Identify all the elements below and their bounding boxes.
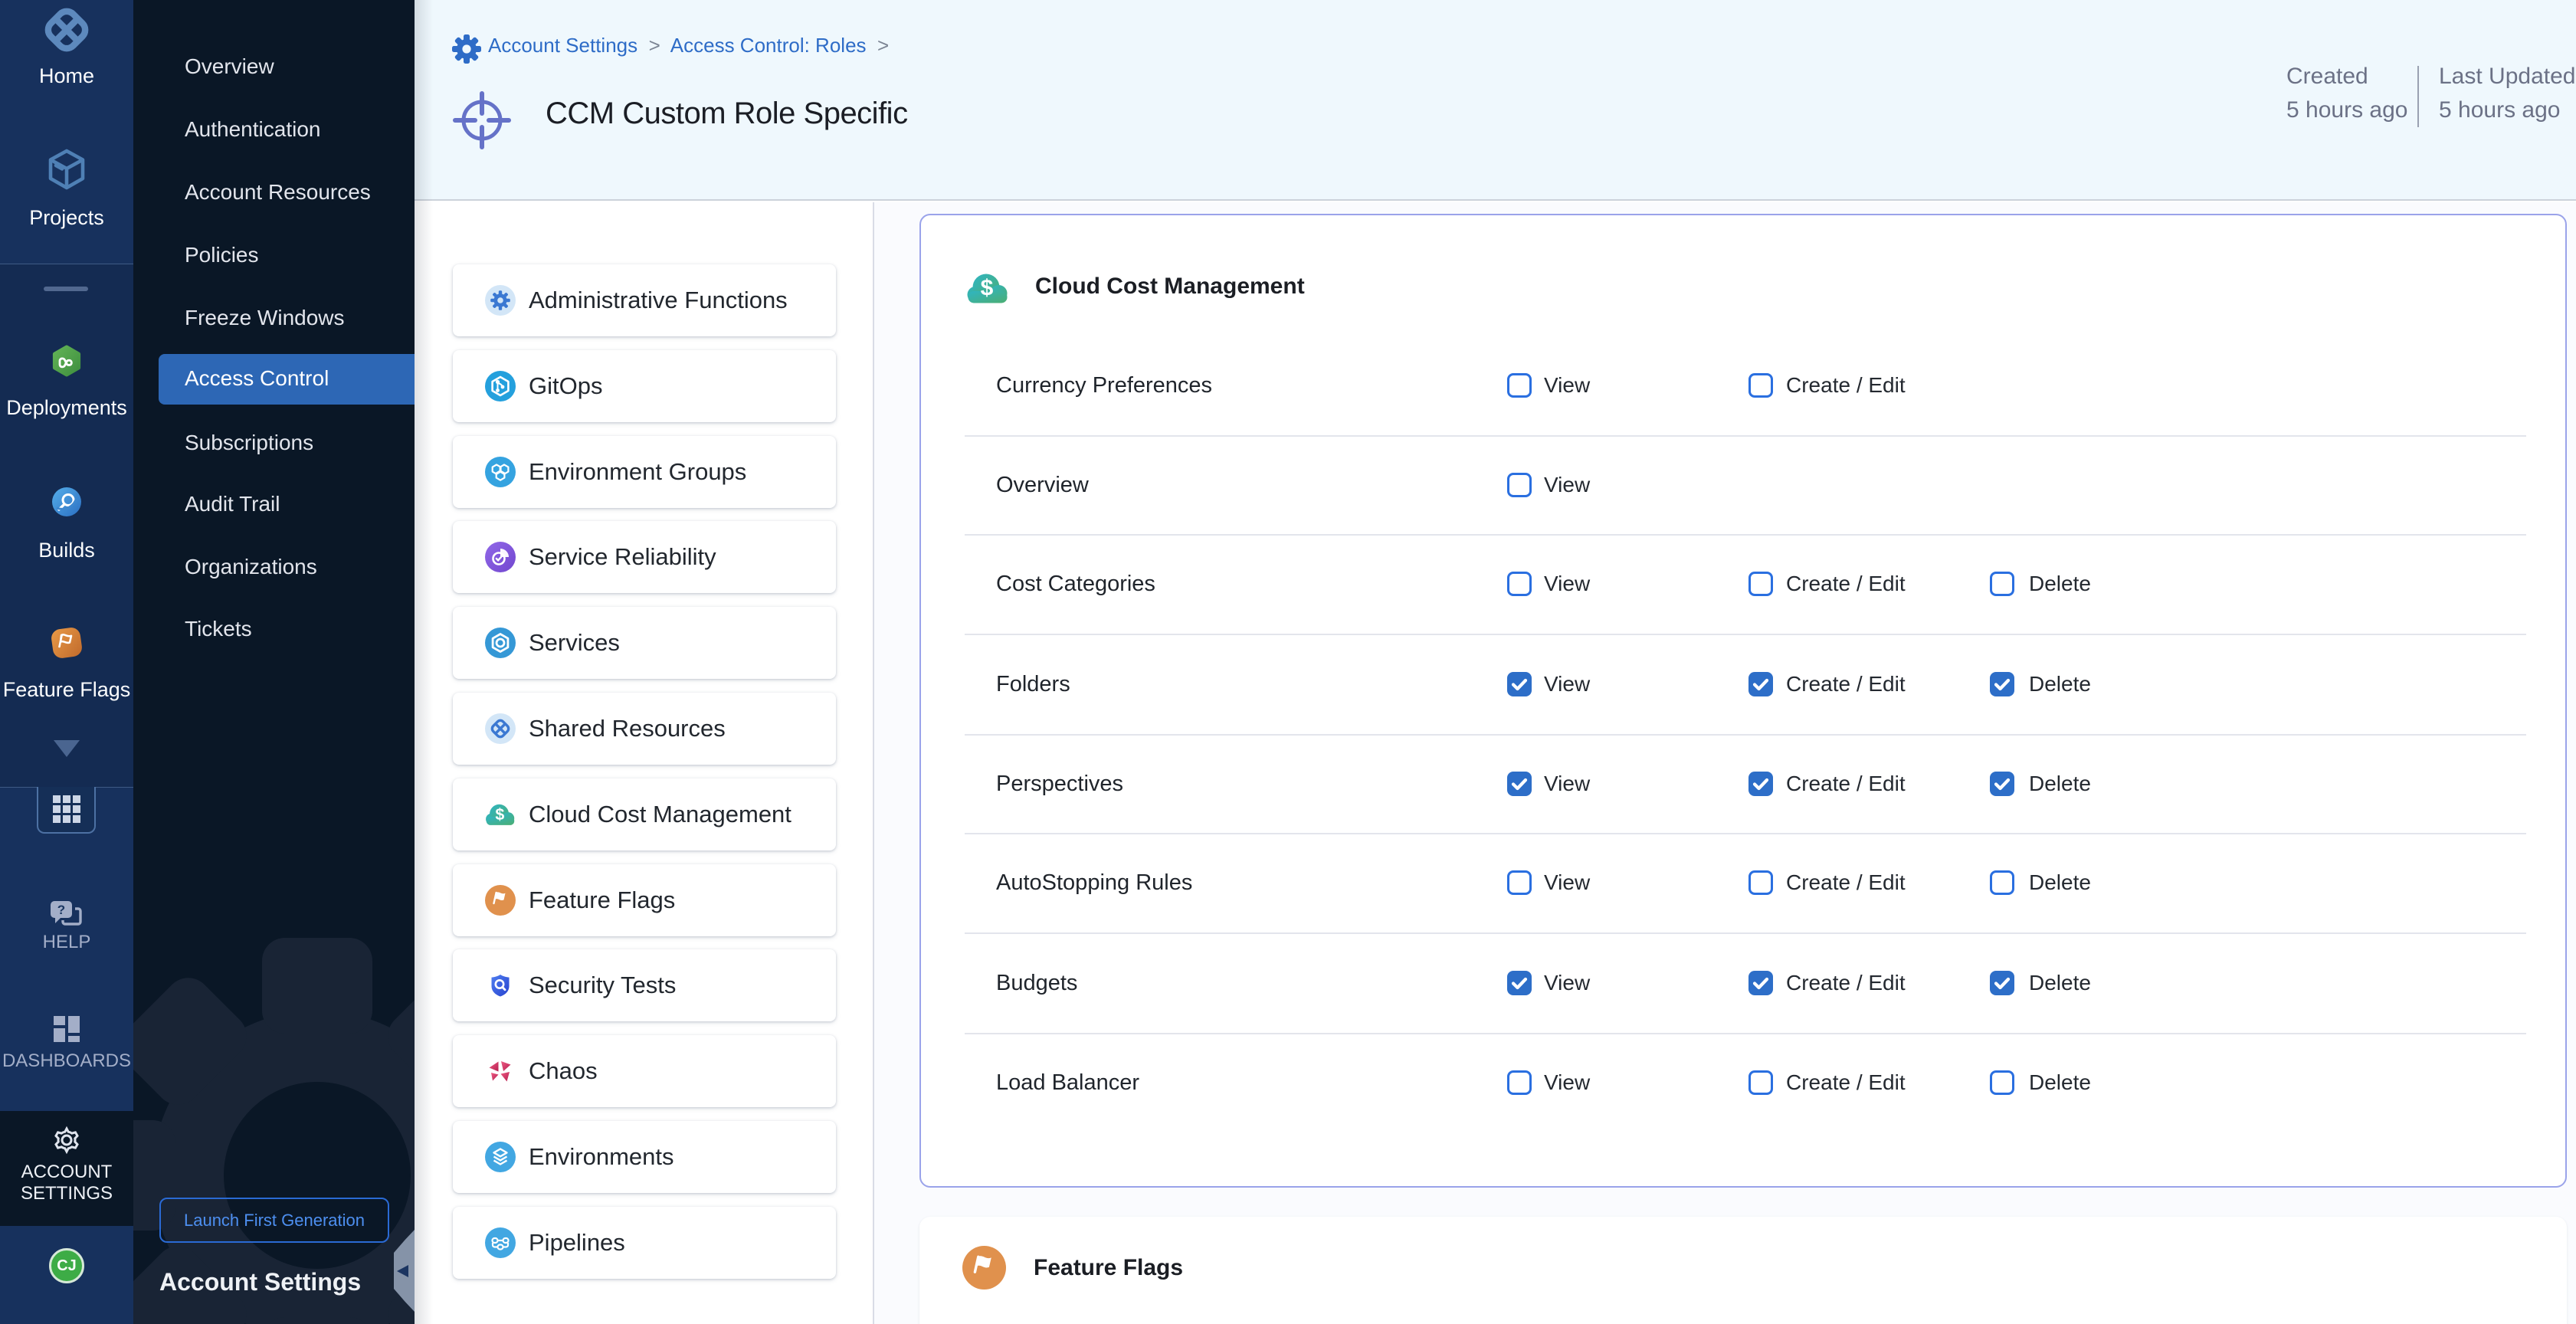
svg-text:?: ?: [57, 903, 65, 917]
svg-text:$: $: [981, 276, 994, 301]
svg-text:$: $: [495, 805, 504, 824]
